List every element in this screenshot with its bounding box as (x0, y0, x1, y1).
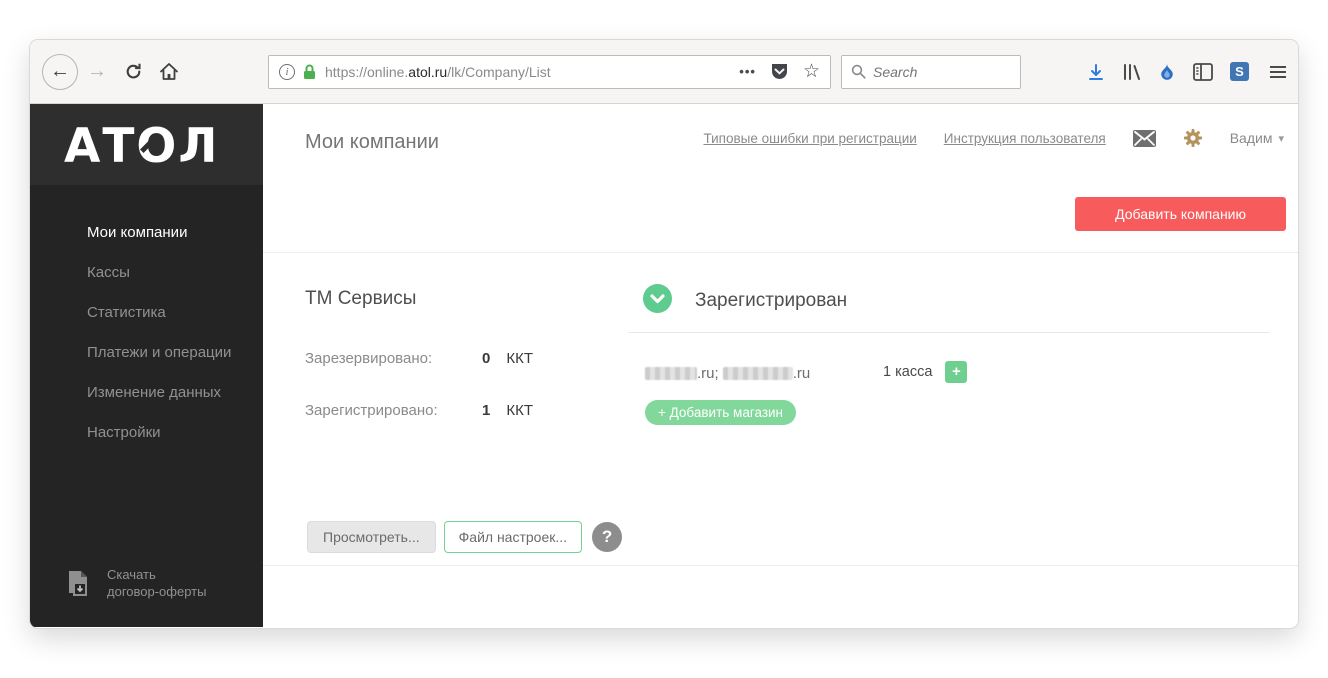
main-panel: Мои компании Типовые ошибки при регистра… (263, 104, 1298, 627)
reserved-label: Зарезервировано: (305, 350, 482, 367)
domain-suffix-2: .ru (793, 365, 811, 382)
sidebar-item-payments[interactable]: Платежи и операции (30, 333, 263, 373)
link-registration-errors[interactable]: Типовые ошибки при регистрации (703, 131, 916, 146)
redacted-domain-1 (645, 367, 697, 380)
menu-hamburger-icon[interactable] (1270, 66, 1286, 78)
registered-row: Зарегистрировано: 1 ККТ (305, 402, 533, 419)
url-domain: atol.ru (408, 64, 447, 80)
download-offer-link[interactable]: Скачать договор-оферты (65, 567, 206, 601)
browser-window: ← → i https://online.atol.ru/lk/Company/ (30, 40, 1298, 628)
search-box[interactable] (841, 55, 1021, 89)
sidebar-item-settings[interactable]: Настройки (30, 413, 263, 453)
extension-flame-icon[interactable] (1158, 63, 1176, 81)
search-input[interactable] (873, 64, 1003, 80)
url-prefix: https://online. (325, 64, 408, 80)
library-icon[interactable] (1122, 63, 1141, 81)
registered-value: 1 (482, 402, 490, 419)
kassa-group: 1 касса + (883, 361, 967, 383)
registered-label: Зарегистрировано: (305, 402, 482, 419)
reserved-unit: ККТ (506, 350, 533, 367)
company-name: ТМ Сервисы (305, 288, 416, 310)
user-name: Вадим (1230, 130, 1273, 146)
home-button[interactable] (154, 57, 184, 87)
back-button[interactable]: ← (42, 54, 78, 90)
sidebar-nav: Мои компании Кассы Статистика Платежи и … (30, 185, 263, 453)
browser-toolbar: ← → i https://online.atol.ru/lk/Company/ (30, 40, 1298, 104)
reserved-value: 0 (482, 350, 490, 367)
add-shop-button[interactable]: + Добавить магазин (645, 400, 796, 425)
secure-lock-icon (303, 64, 316, 80)
sidebar-item-statistics[interactable]: Статистика (30, 293, 263, 333)
chevron-down-icon: ▾ (1278, 132, 1284, 145)
add-company-button[interactable]: Добавить компанию (1075, 197, 1286, 231)
sidebar-item-data-change[interactable]: Изменение данных (30, 373, 263, 413)
redacted-domain-2 (723, 367, 793, 380)
sidebar: АТОЛ Мои компании Кассы Статистика Плате… (30, 104, 263, 627)
offer-line1: Скачать (107, 567, 156, 582)
bookmark-star-icon[interactable]: ☆ (803, 62, 820, 81)
search-icon (851, 64, 866, 79)
reload-icon (124, 62, 143, 81)
download-offer-label: Скачать договор-оферты (107, 567, 206, 601)
pocket-icon[interactable] (770, 62, 789, 81)
add-kassa-button[interactable]: + (945, 361, 967, 383)
offer-line2: договор-оферты (107, 584, 206, 599)
domain-suffix-1: .ru; (697, 365, 719, 382)
shop-domains: .ru; .ru (645, 365, 810, 382)
bottom-divider (263, 565, 1298, 566)
view-button[interactable]: Просмотреть... (307, 521, 436, 553)
mail-icon[interactable] (1133, 130, 1156, 147)
download-icon[interactable] (1087, 63, 1105, 81)
sidebar-item-kassy[interactable]: Кассы (30, 253, 263, 293)
page-title: Мои компании (305, 131, 439, 154)
s-extension-icon[interactable]: S (1230, 62, 1249, 81)
home-icon (159, 62, 179, 81)
forward-button[interactable]: → (82, 57, 112, 87)
sidebars-icon[interactable] (1193, 63, 1213, 81)
status-label: Зарегистрирован (695, 290, 847, 312)
url-bar[interactable]: i https://online.atol.ru/lk/Company/List… (268, 55, 831, 89)
header-divider (263, 252, 1298, 253)
kassa-count: 1 касса (883, 364, 932, 380)
reload-button[interactable] (118, 57, 148, 87)
atol-logo[interactable]: АТОЛ (30, 104, 263, 185)
help-icon[interactable]: ? (592, 522, 622, 552)
settings-file-button[interactable]: Файл настроек... (444, 521, 582, 553)
url-text: https://online.atol.ru/lk/Company/List (325, 64, 739, 80)
registered-unit: ККТ (506, 402, 533, 419)
status-registered-icon[interactable] (643, 284, 672, 313)
page-actions-icon[interactable]: ••• (739, 64, 756, 79)
gear-icon[interactable] (1183, 128, 1203, 148)
site-info-icon[interactable]: i (279, 64, 295, 80)
atol-logo-text: АТОЛ (64, 119, 219, 171)
download-document-icon (65, 570, 91, 598)
reserved-row: Зарезервировано: 0 ККТ (305, 350, 533, 367)
sidebar-item-companies[interactable]: Мои компании (30, 213, 263, 253)
link-user-manual[interactable]: Инструкция пользователя (944, 131, 1106, 146)
url-path: /lk/Company/List (447, 64, 550, 80)
status-divider (628, 332, 1270, 333)
user-menu[interactable]: Вадим ▾ (1230, 130, 1284, 146)
